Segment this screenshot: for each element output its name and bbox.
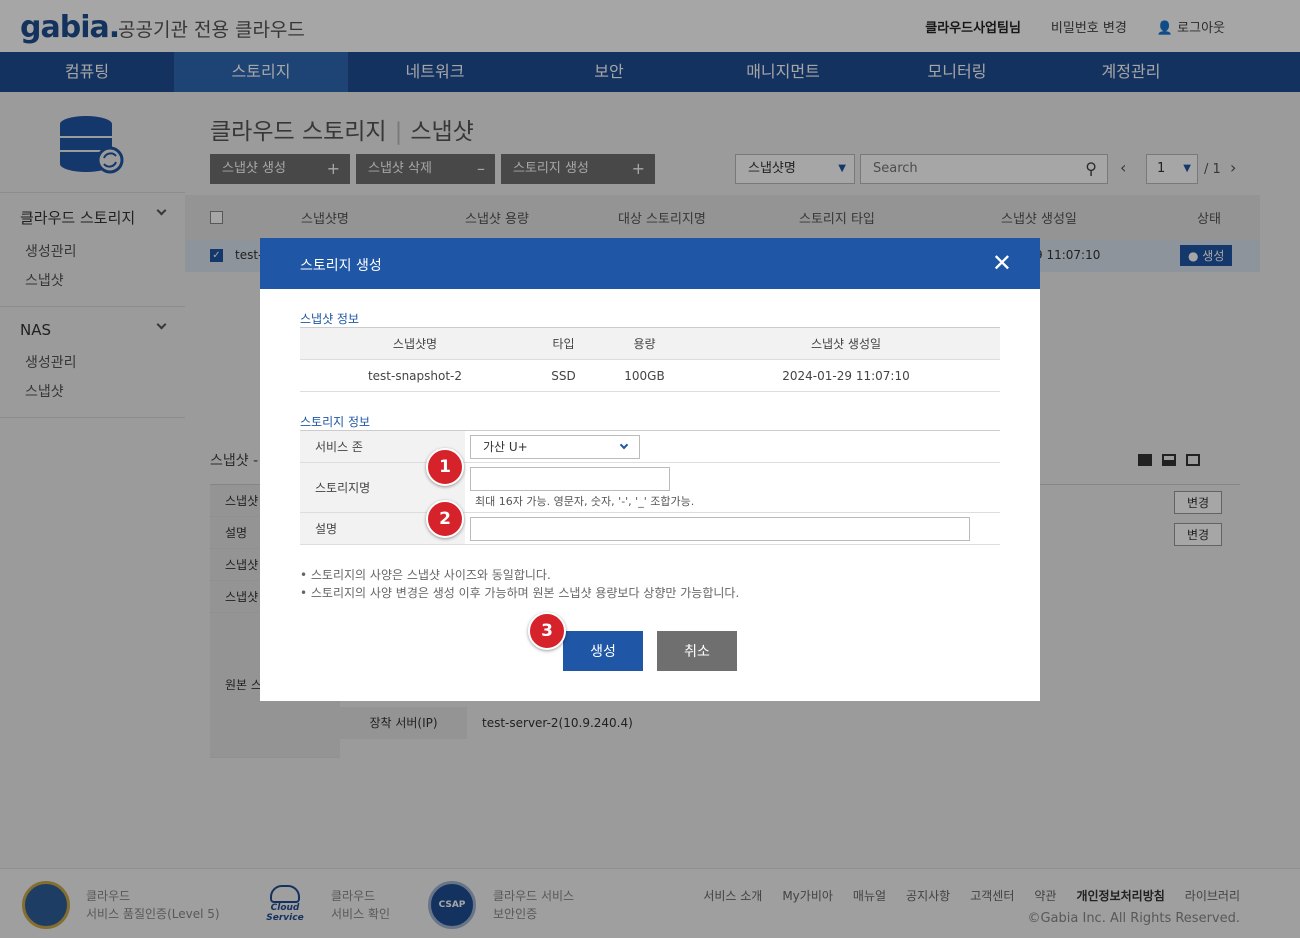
storage-name-hint: 최대 16자 가능. 영문자, 숫자, '-', '_' 조합가능.	[475, 494, 695, 508]
td-type: SSD	[551, 368, 576, 383]
th-name: 스냅샷명	[392, 337, 438, 351]
close-icon[interactable]: ✕	[992, 251, 1012, 275]
th-type: 타입	[552, 337, 575, 351]
create-storage-modal: 스토리지 생성 ✕ 스냅샷 정보 스냅샷명 타입 용량 스냅샷 생성일 test…	[260, 238, 1040, 701]
modal-title: 스토리지 생성	[300, 258, 382, 274]
zone-select[interactable]: 가산 U+	[470, 434, 640, 459]
td-created: 2024-01-29 11:07:10	[782, 368, 910, 383]
zone-value: 가산 U+	[483, 439, 528, 454]
description-field	[465, 513, 1000, 544]
create-button[interactable]: 생성	[563, 631, 643, 671]
description-input[interactable]	[470, 516, 970, 541]
th-created: 스냅샷 생성일	[810, 337, 882, 351]
zone-row: 서비스 존 가산 U+	[300, 431, 1000, 463]
zone-field: 가산 U+	[465, 431, 1000, 462]
th-size: 용량	[633, 337, 656, 351]
name-row: 스토리지명 최대 16자 가능. 영문자, 숫자, '-', '_' 조합가능.	[300, 463, 1000, 513]
storage-name-input[interactable]	[470, 466, 670, 491]
chevron-down-icon	[619, 440, 629, 449]
storage-name-field: 최대 16자 가능. 영문자, 숫자, '-', '_' 조합가능.	[465, 463, 1000, 512]
modal-header: 스토리지 생성 ✕	[260, 238, 1040, 289]
note-line: • 스토리지의 사양은 스냅샷 사이즈와 동일합니다.	[300, 568, 551, 582]
table-header: 스냅샷명 타입 용량 스냅샷 생성일	[300, 328, 1000, 360]
td-size: 100GB	[624, 368, 665, 383]
desc-row: 설명	[300, 513, 1000, 545]
step-badge: 2	[426, 500, 464, 538]
storage-info-form: 서비스 존 가산 U+ 스토리지명 최대 16자 가능. 영문자, 숫자, '-…	[300, 430, 1000, 545]
snapshot-info-title: 스냅샷 정보	[300, 312, 360, 326]
note-line: • 스토리지의 사양 변경은 생성 이후 가능하며 원본 스냅샷 용량보다 상향…	[300, 586, 740, 600]
td-name: test-snapshot-2	[367, 368, 463, 383]
storage-info-title: 스토리지 정보	[300, 415, 371, 429]
snapshot-info-table: 스냅샷명 타입 용량 스냅샷 생성일 test-snapshot-2 SSD 1…	[300, 327, 1000, 392]
cancel-button[interactable]: 취소	[657, 631, 737, 671]
table-row: test-snapshot-2 SSD 100GB 2024-01-29 11:…	[300, 360, 1000, 392]
step-badge: 1	[426, 448, 464, 486]
step-badge: 3	[528, 612, 566, 650]
